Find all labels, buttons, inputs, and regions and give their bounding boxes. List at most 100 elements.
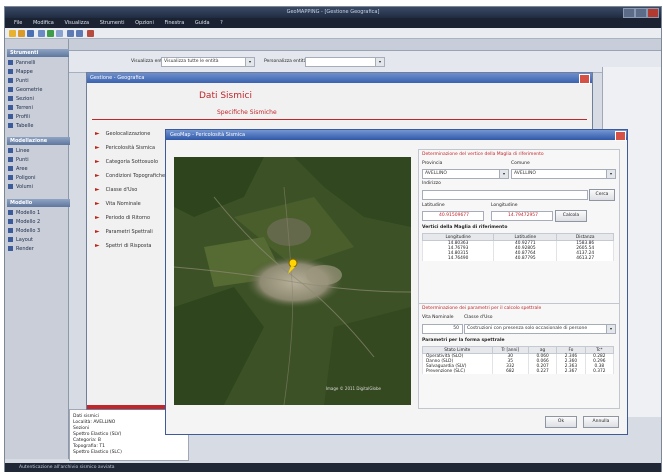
menu-opzioni[interactable]: Opzioni: [135, 18, 154, 28]
nav-item-modello-1[interactable]: Modello 1: [8, 209, 66, 217]
table-header[interactable]: Distanza: [556, 233, 614, 241]
new-icon[interactable]: [9, 30, 16, 37]
table-header[interactable]: ag: [527, 346, 558, 354]
geo-list-item[interactable]: ► Parametri Spettrali: [95, 226, 175, 238]
annulla-button[interactable]: Annulla: [583, 416, 619, 428]
table-cell: 4613.27: [556, 256, 614, 261]
nav-item-modello-2[interactable]: Modello 2: [8, 218, 66, 226]
open-icon[interactable]: [18, 30, 25, 37]
geo-list-item[interactable]: ► Categoria Sottosuolo: [95, 156, 175, 168]
longitudine-input[interactable]: 14.79472957: [491, 211, 553, 221]
provincia-select[interactable]: AVELLINO: [422, 169, 503, 179]
nav-item-linee[interactable]: Linee: [8, 147, 66, 155]
nav-head-modello[interactable]: Modello: [7, 199, 70, 207]
nav-item-render[interactable]: Render: [8, 245, 66, 253]
nav-head-modellazione[interactable]: Modellazione: [7, 137, 70, 145]
parametri-section-title: Determinazione dei parametri per il calc…: [422, 306, 542, 311]
table-header[interactable]: Latitudine: [493, 233, 558, 241]
geo-header: Dati Sismici: [199, 91, 252, 101]
table-cell: 14.76490: [421, 256, 495, 261]
menu-guida[interactable]: Guida: [195, 18, 210, 28]
polygon-icon: [8, 175, 13, 180]
visualizza-select[interactable]: Visualizza tutte le entità: [161, 57, 249, 67]
provincia-dropdown-icon[interactable]: ▾: [499, 169, 509, 179]
geo-window-titlebar[interactable]: Gestione - Geografica: [87, 73, 592, 83]
minimize-button[interactable]: [623, 8, 635, 18]
satellite-map[interactable]: Image © 2011 DigitalGlobe: [174, 157, 411, 405]
nav-head-strumenti[interactable]: Strumenti: [7, 49, 70, 57]
volume-icon: [8, 184, 13, 189]
personalizza-field[interactable]: [305, 57, 379, 67]
nav-item-mappe[interactable]: Mappe: [8, 68, 66, 76]
nav-item-tabelle[interactable]: Tabelle: [8, 122, 66, 130]
table-header[interactable]: Fo: [556, 346, 586, 354]
nav-item-terreni[interactable]: Terreni: [8, 104, 66, 112]
nav-item-aree[interactable]: Aree: [8, 165, 66, 173]
menu-modifica[interactable]: Modifica: [33, 18, 54, 28]
copy-icon[interactable]: [56, 30, 63, 37]
geo-subheader: Specifiche Sismiche: [217, 109, 277, 116]
visualizza-dropdown-icon[interactable]: ▾: [245, 57, 255, 67]
nav-item-profili[interactable]: Profili: [8, 113, 66, 121]
indirizzo-input[interactable]: [422, 190, 588, 200]
comune-select[interactable]: AVELLINO: [511, 169, 610, 179]
cerca-button[interactable]: Cerca: [589, 189, 615, 201]
nav-item-punti[interactable]: Punti: [8, 77, 66, 85]
table-header[interactable]: Stato Limite: [422, 346, 493, 354]
nav-item-punti-2[interactable]: Punti: [8, 156, 66, 164]
menu-strumenti[interactable]: Strumenti: [100, 18, 125, 28]
cut-icon[interactable]: [47, 30, 54, 37]
panel-icon: [8, 60, 13, 65]
save-icon[interactable]: [27, 30, 34, 37]
geo-list-item[interactable]: ► Pericolosità Sismica: [95, 142, 175, 154]
nav-item-sezioni[interactable]: Sezioni: [8, 95, 66, 103]
table-row[interactable]: Prevenzione (SLC) 682 0.227 2.367 0.372: [422, 369, 615, 374]
comune-dropdown-icon[interactable]: ▾: [606, 169, 616, 179]
menu-help[interactable]: ?: [220, 18, 223, 28]
info-line: Dati sismici: [73, 414, 99, 419]
nav-item-pannelli[interactable]: Pannelli: [8, 59, 66, 67]
geo-list-item[interactable]: ► Geolocalizzazione: [95, 128, 175, 140]
ok-button[interactable]: Ok: [545, 416, 577, 428]
table-header[interactable]: Tr [anni]: [491, 346, 529, 354]
help-icon[interactable]: [87, 30, 94, 37]
nav-item-layout[interactable]: Layout: [8, 236, 66, 244]
geo-list-item[interactable]: ► Classe d'Uso: [95, 184, 175, 196]
maximize-button[interactable]: [635, 8, 647, 18]
table-row[interactable]: 14.76490 40.87795 4613.27: [421, 256, 614, 261]
map-icon: [8, 69, 13, 74]
geo-bottom-accent: [87, 405, 167, 409]
geo-close-button[interactable]: [579, 74, 590, 84]
geo-list-item[interactable]: ► Periodo di Ritorno: [95, 212, 175, 224]
title-bar: GeoMAPPING - [Gestione Geografica]: [5, 7, 661, 18]
geo-list-item[interactable]: ► Spettri di Risposta: [95, 240, 175, 252]
dialog-close-button[interactable]: [615, 131, 626, 141]
point-icon: [8, 78, 13, 83]
classe-uso-dropdown-icon[interactable]: ▾: [606, 324, 616, 334]
print-icon[interactable]: [38, 30, 45, 37]
nav-item-volumi[interactable]: Volumi: [8, 183, 66, 191]
latitudine-input[interactable]: 40.91509677: [422, 211, 484, 221]
table-header[interactable]: Longitudine: [421, 233, 495, 241]
undo-icon[interactable]: [67, 30, 74, 37]
section-icon: [8, 96, 13, 101]
menu-file[interactable]: File: [14, 18, 22, 28]
nav-item-poligoni[interactable]: Poligoni: [8, 174, 66, 182]
geo-list-item[interactable]: ► Vita Nominale: [95, 198, 175, 210]
vita-nominale-input[interactable]: 50: [422, 324, 463, 334]
table-header[interactable]: Tc*: [584, 346, 615, 354]
calcola-button[interactable]: Calcola: [555, 210, 587, 222]
dialog-title: GeoMap - Pericolosità Sismica: [170, 132, 246, 138]
redo-icon[interactable]: [76, 30, 83, 37]
close-button[interactable]: [647, 8, 659, 18]
dialog-titlebar[interactable]: GeoMap - Pericolosità Sismica: [166, 130, 627, 140]
nav-item-geometrie[interactable]: Geometrie: [8, 86, 66, 94]
classe-uso-select[interactable]: Costruzioni con presenza solo occasional…: [464, 324, 610, 334]
menu-finestra[interactable]: Finestra: [164, 18, 184, 28]
geo-list-item[interactable]: ► Condizioni Topografiche: [95, 170, 175, 182]
vita-nominale-label: Vita Nominale: [422, 315, 454, 320]
nav-item-modello-3[interactable]: Modello 3: [8, 227, 66, 235]
menu-visualizza[interactable]: Visualizza: [64, 18, 89, 28]
personalizza-dropdown-icon[interactable]: ▾: [375, 57, 385, 67]
table-cell: 682: [491, 369, 529, 374]
